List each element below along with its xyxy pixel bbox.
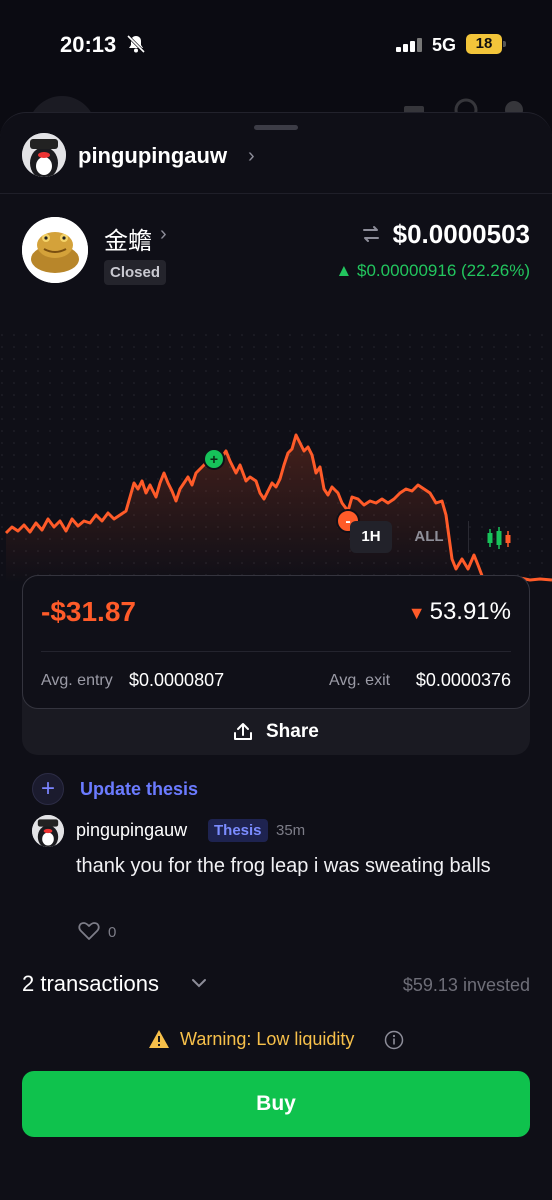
buy-marker: + — [203, 448, 225, 470]
battery-icon: 18 — [466, 34, 506, 54]
range-all-button[interactable]: ALL — [408, 521, 450, 553]
share-button[interactable]: Share — [22, 709, 530, 755]
avg-entry-value: $0.0000807 — [129, 670, 225, 690]
bell-muted-icon — [126, 34, 146, 54]
user-avatar — [22, 133, 66, 177]
liquidity-warning: Warning: Low liquidity — [148, 1027, 408, 1055]
pnl-percent-value: 53.91% — [429, 598, 511, 625]
invested-amount: $59.13 invested — [402, 975, 530, 995]
comment-timestamp: 35m — [276, 822, 306, 839]
svg-text:+: + — [210, 451, 218, 467]
avg-exit-value: $0.0000376 — [415, 670, 511, 690]
avg-exit-label: Avg. exit — [329, 672, 391, 689]
divider — [468, 521, 469, 553]
status-badge: Closed — [104, 260, 167, 285]
chevron-down-icon — [192, 979, 206, 988]
buy-button[interactable]: Buy — [22, 1071, 530, 1137]
share-icon — [234, 723, 252, 740]
profile-row[interactable]: pingupingauw › — [22, 133, 522, 181]
pnl-percent: ▼ 53.91% — [408, 598, 511, 626]
divider — [41, 651, 511, 652]
token-price: $0.0000503 — [392, 219, 530, 249]
avg-entry-label: Avg. entry — [41, 672, 113, 689]
swap-icon[interactable] — [360, 223, 382, 245]
sheet-grabber[interactable] — [254, 125, 298, 130]
share-label: Share — [266, 721, 319, 742]
heart-icon[interactable] — [78, 921, 100, 941]
update-thesis-label: Update thesis — [80, 779, 199, 799]
comment-username[interactable]: pingupingauw — [76, 820, 187, 841]
price-change: ▲ $0.00000916 (22.26%) — [335, 261, 530, 280]
pnl-value: -$31.87 — [41, 596, 136, 627]
thesis-tag: Thesis — [208, 819, 268, 842]
candlestick-icon[interactable] — [486, 527, 512, 549]
pnl-panel: -$31.87 ▼ 53.91% Avg. entry $0.0000807 Av… — [22, 575, 530, 709]
profile-username: pingupingauw — [78, 143, 228, 168]
transactions-label: 2 transactions — [22, 971, 159, 996]
plus-icon: + — [32, 773, 64, 805]
chevron-right-icon: › — [248, 145, 255, 167]
warning-text: Warning: Low liquidity — [180, 1029, 355, 1049]
thesis-comment: pingupingauw Thesis 35m thank you for th… — [32, 815, 532, 955]
range-selector: 1H ALL — [0, 521, 552, 561]
range-1h-button[interactable]: 1H — [350, 521, 392, 553]
position-card: -$31.87 ▼ 53.91% Avg. entry $0.0000807 Av… — [22, 575, 530, 755]
token-avatar — [22, 217, 88, 283]
chevron-right-icon: › — [160, 223, 167, 245]
like-count: 0 — [108, 924, 117, 941]
warning-icon — [149, 1030, 169, 1048]
avatar[interactable] — [32, 815, 64, 847]
network-label: 5G — [432, 35, 457, 55]
transactions-row[interactable]: 2 transactions $59.13 invested — [22, 971, 530, 1003]
status-bar: 20:13 5G 18 — [0, 0, 552, 90]
comment-text: thank you for the frog leap i was sweati… — [76, 855, 491, 877]
status-time: 20:13 — [60, 32, 117, 57]
down-triangle-icon: ▼ — [407, 603, 426, 623]
info-icon[interactable] — [384, 1030, 404, 1050]
position-sheet: pingupingauw › 金蟾 › Closed $0.0000503 ▲ … — [0, 112, 552, 1200]
update-thesis-button[interactable]: + Update thesis — [32, 773, 252, 805]
signal-icon — [396, 38, 422, 52]
token-name[interactable]: 金蟾 — [104, 221, 152, 256]
divider — [0, 193, 552, 194]
